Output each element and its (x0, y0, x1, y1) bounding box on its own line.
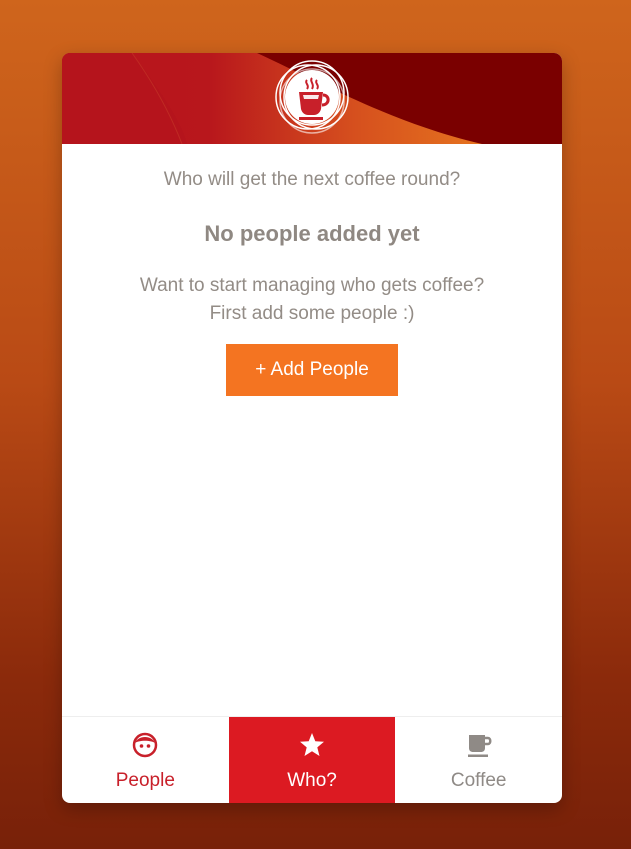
tab-who-label: Who? (287, 770, 337, 791)
tab-people[interactable]: People (62, 717, 229, 803)
add-people-button[interactable]: + Add People (226, 344, 398, 396)
logo-coffee-cup-icon (275, 60, 349, 134)
hint-line-2: First add some people :) (209, 303, 415, 324)
star-icon (300, 733, 324, 756)
main-content: Who will get the next coffee round? No p… (62, 144, 562, 396)
empty-state-title: No people added yet (204, 221, 420, 246)
question-text: Who will get the next coffee round? (163, 169, 461, 190)
tab-who[interactable]: Who? (228, 717, 396, 803)
tab-coffee[interactable]: Coffee (395, 717, 562, 803)
hint-line-1: Want to start managing who gets coffee? (139, 275, 485, 296)
face-icon (133, 732, 158, 758)
coffee-cup-icon (467, 735, 492, 757)
empty-state-hint: Want to start managing who gets coffee? … (62, 272, 562, 328)
tab-coffee-label: Coffee (450, 770, 507, 791)
tab-people-label: People (115, 770, 175, 791)
app-header (62, 53, 562, 144)
app-card: Who will get the next coffee round? No p… (62, 53, 562, 803)
bottom-tab-bar: People Who? Coffee (62, 716, 562, 803)
